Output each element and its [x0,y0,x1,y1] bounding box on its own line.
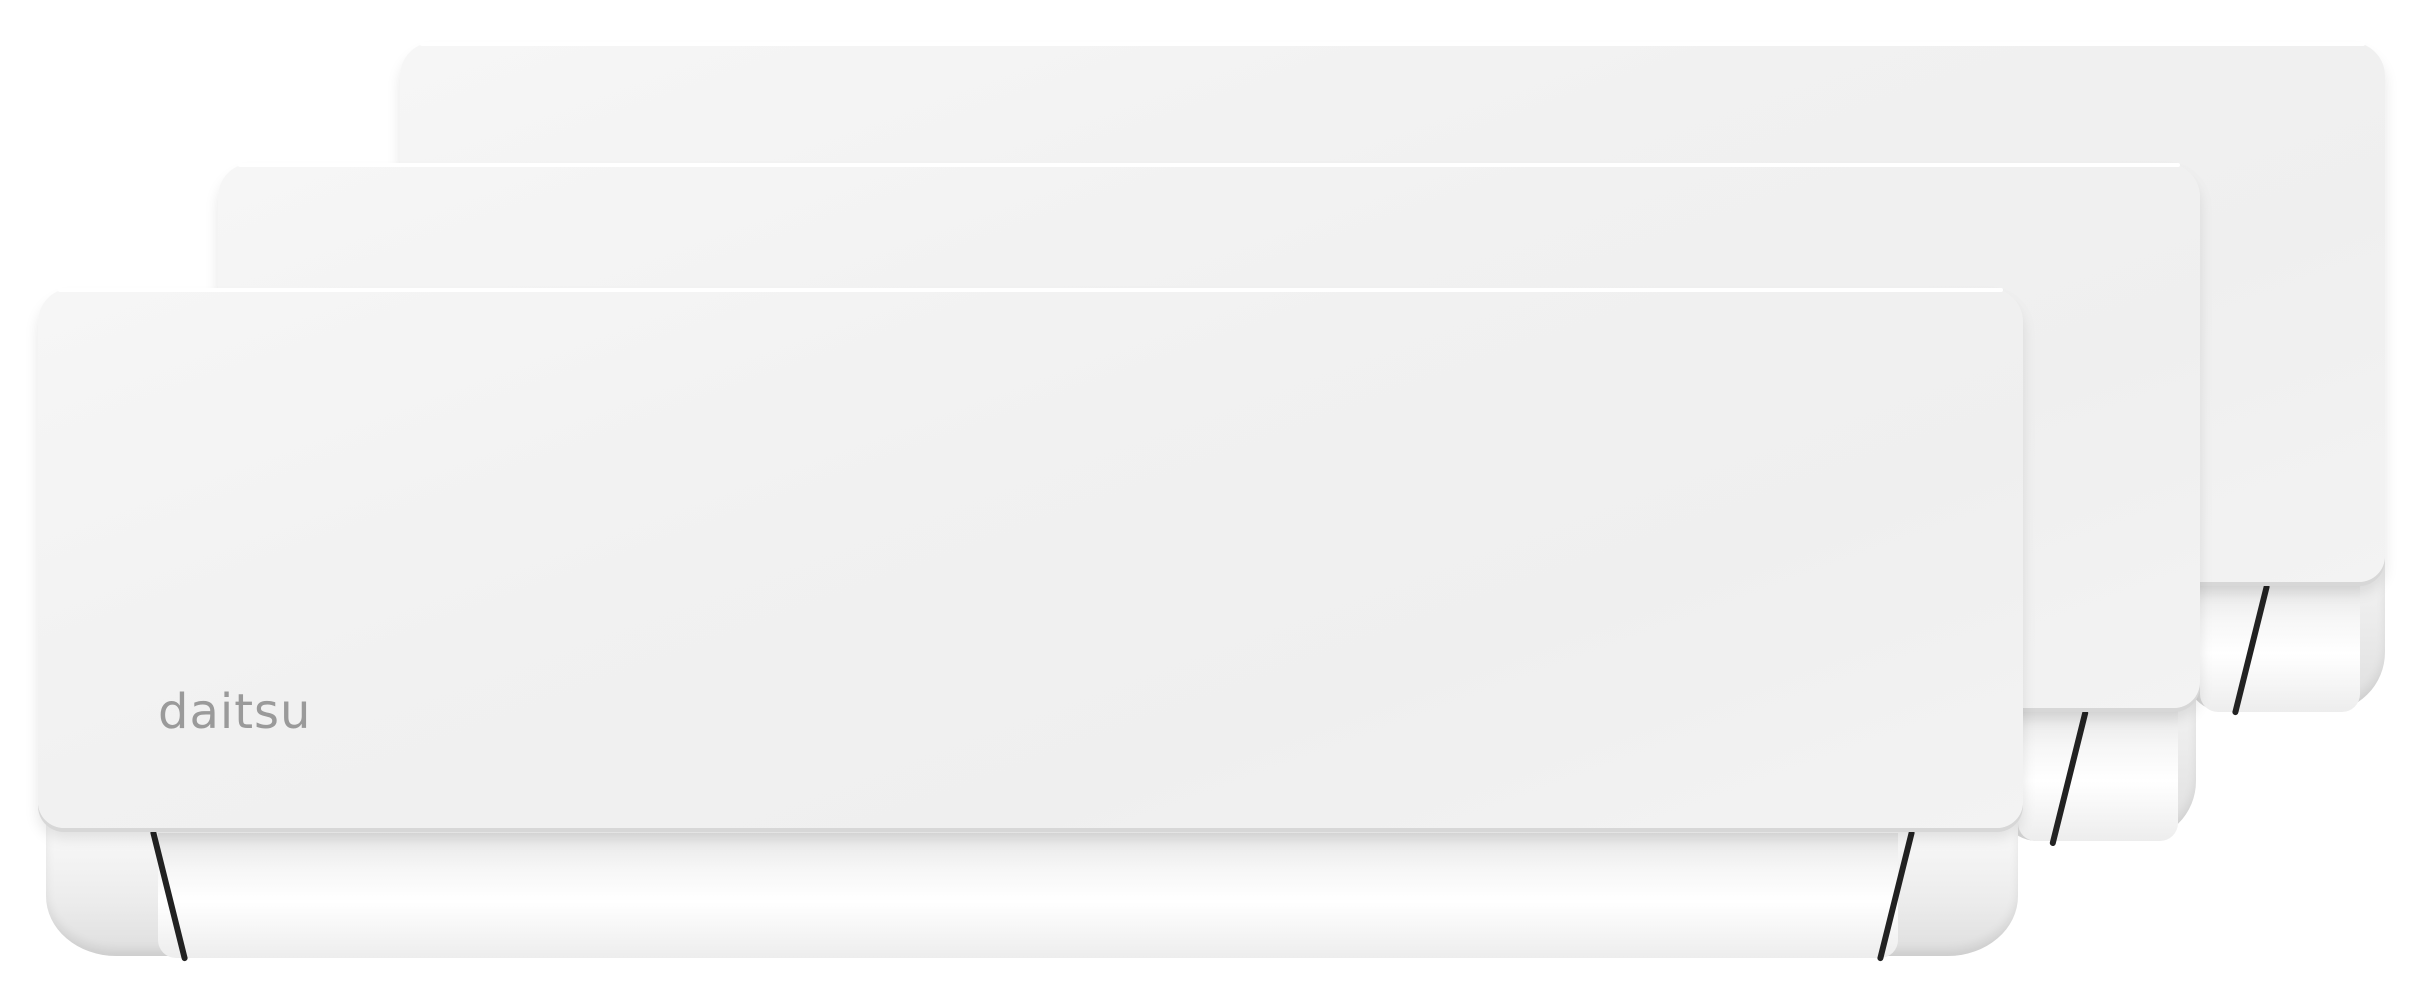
ac-louver-front [158,833,1898,958]
brand-logo: daitsu [158,684,312,740]
ac-unit-front: daitsu [38,288,2028,962]
split-ac-units-scene: daitsu [0,0,2424,997]
ac-front-panel-front: daitsu [38,288,2023,828]
ac-louver-back [2200,582,2360,712]
ac-louver-middle [2018,708,2178,841]
